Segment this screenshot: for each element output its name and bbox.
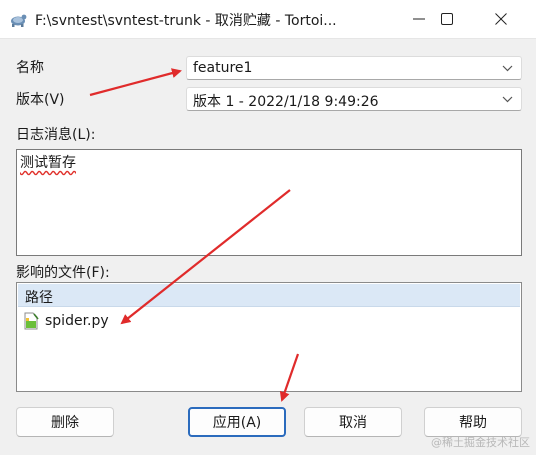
python-file-icon <box>24 312 39 330</box>
log-message-label: 日志消息(L): <box>16 127 96 143</box>
version-combobox-value: 版本 1 - 2022/1/18 9:49:26 <box>193 94 379 110</box>
cancel-button[interactable]: 取消 <box>304 407 402 437</box>
list-item[interactable]: spider.py <box>19 310 319 334</box>
annotation-arrow <box>89 68 182 97</box>
chevron-down-icon <box>502 65 513 72</box>
title-bar: F:\svntest\svntest-trunk - 取消贮藏 - Tortoi… <box>0 0 536 39</box>
name-label: 名称 <box>16 60 44 76</box>
maximize-icon <box>441 13 453 25</box>
file-name: spider.py <box>45 313 109 329</box>
close-icon <box>495 13 507 25</box>
delete-button[interactable]: 删除 <box>16 407 114 437</box>
log-message-text: 测试暂存 <box>20 155 76 171</box>
affected-files-list[interactable]: 路径 spider.py <box>16 282 522 392</box>
chevron-down-icon <box>502 96 513 103</box>
path-column-header[interactable]: 路径 <box>18 284 520 307</box>
path-column-header-label: 路径 <box>25 290 53 306</box>
version-combobox[interactable]: 版本 1 - 2022/1/18 9:49:26 <box>186 87 522 111</box>
log-message-textarea[interactable]: 测试暂存 <box>16 149 522 256</box>
watermark: @稀土掘金技术社区 <box>431 436 530 449</box>
affected-files-label: 影响的文件(F): <box>16 265 110 281</box>
name-combobox[interactable]: feature1 <box>186 56 522 80</box>
window-title: F:\svntest\svntest-trunk - 取消贮藏 - Tortoi… <box>35 13 337 29</box>
tortoise-svn-icon <box>11 14 27 27</box>
help-button[interactable]: 帮助 <box>424 407 522 437</box>
maximize-button[interactable] <box>424 0 470 38</box>
name-combobox-value: feature1 <box>193 60 253 76</box>
close-button[interactable] <box>478 0 524 38</box>
version-label: 版本(V) <box>16 92 65 108</box>
apply-button[interactable]: 应用(A) <box>188 407 286 437</box>
